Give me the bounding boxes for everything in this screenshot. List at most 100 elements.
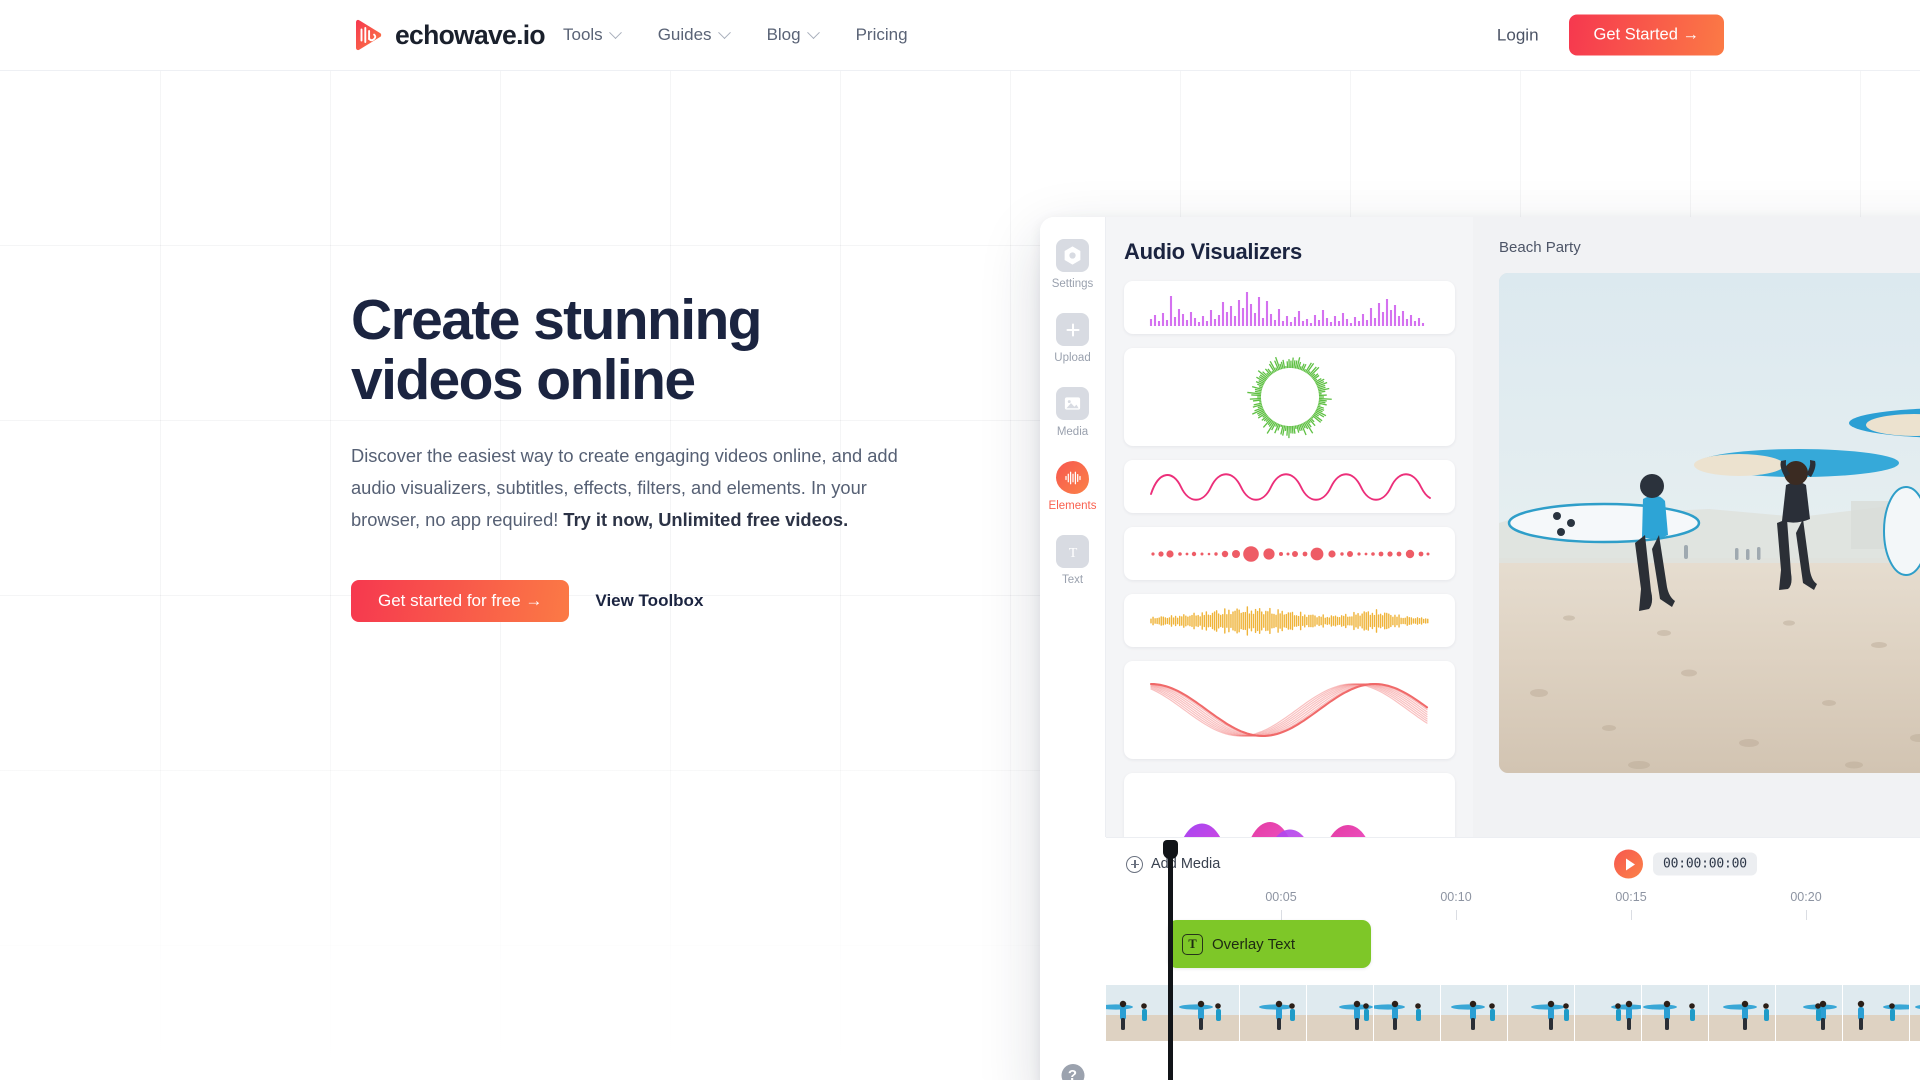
dot-pulse-icon [1151, 545, 1430, 562]
video-thumbnail-frame [1106, 985, 1173, 1041]
visualizer-option-circular-bars[interactable] [1124, 348, 1455, 446]
play-button[interactable] [1614, 849, 1643, 879]
video-thumbnail-frame [1776, 985, 1843, 1041]
add-media-label: Add Media [1151, 856, 1221, 872]
timeline-playhead[interactable] [1163, 840, 1178, 1080]
hero-title-line-2: videos online [351, 348, 696, 412]
editor-app-window: Settings Upload Media Elements T Text ? … [1040, 217, 1920, 1080]
ruler-tick-2: 00:10 [1440, 890, 1472, 904]
sidebar-item-settings-label: Settings [1051, 278, 1094, 290]
gradient-hills-icon [1184, 822, 1366, 837]
text-t-icon: T [1056, 535, 1089, 568]
ruler-tickline-1 [1281, 910, 1282, 920]
login-link[interactable]: Login [1497, 25, 1539, 45]
sidebar-item-settings[interactable]: Settings [1040, 239, 1105, 290]
video-thumbnail-frame [1307, 985, 1374, 1041]
get-started-button[interactable]: Get Started → [1568, 14, 1724, 56]
video-thumbnail-frame [1508, 985, 1575, 1041]
gear-icon [1056, 239, 1089, 272]
text-t-icon: T [1182, 933, 1203, 955]
ruler-tickline-2 [1456, 910, 1457, 920]
amber-waveform-icon [1150, 605, 1429, 636]
visualizer-option-amber-waveform[interactable] [1124, 594, 1455, 647]
ruler-tick-1: 00:05 [1265, 890, 1297, 904]
timecode-display: 00:00:00:00 [1653, 852, 1757, 876]
editor-main-area: Settings Upload Media Elements T Text ? … [1040, 217, 1920, 1080]
project-title: Beach Party [1499, 239, 1581, 256]
chevron-down-icon [608, 25, 622, 39]
view-toolbox-button[interactable]: View Toolbox [595, 591, 703, 611]
timeline-panel: Add Media 00:00:00:00 00:05 00:10 00:15 … [1106, 837, 1920, 1080]
spectrum-bars-icon [1149, 291, 1425, 326]
chevron-down-icon [717, 25, 731, 39]
timeline-toolbar: Add Media 00:00:00:00 [1106, 838, 1920, 890]
sidebar-item-media-label: Media [1056, 426, 1089, 438]
plus-icon [1056, 313, 1089, 346]
sidebar-item-elements-label: Elements [1048, 500, 1097, 512]
editor-tool-rail: Settings Upload Media Elements T Text ? [1040, 217, 1106, 1080]
timeline-ruler[interactable]: 00:05 00:10 00:15 00:20 [1106, 890, 1920, 920]
video-thumbnail-frame [1374, 985, 1441, 1041]
audio-visualizers-panel: Audio Visualizers [1106, 217, 1473, 837]
video-thumbnail-frame [1575, 985, 1642, 1041]
preview-stage[interactable] [1499, 273, 1920, 773]
video-thumbnail-frame [1173, 985, 1240, 1041]
page-root: echowave.io Tools Guides Blog Pricing Lo… [0, 0, 1920, 1080]
nav-item-guides-label: Guides [657, 25, 712, 44]
top-navigation-bar: echowave.io Tools Guides Blog Pricing Lo… [0, 0, 1920, 71]
visualizer-option-sine-wave[interactable] [1124, 460, 1455, 513]
chevron-down-icon [806, 25, 820, 39]
circular-bars-icon [1246, 356, 1332, 439]
nav-links: Tools Guides Blog Pricing [563, 25, 908, 45]
sidebar-item-upload[interactable]: Upload [1040, 313, 1105, 364]
play-triangle-icon [1625, 858, 1635, 870]
timeline-clip-overlay-text[interactable]: T Overlay Text [1168, 920, 1371, 968]
sidebar-item-media[interactable]: Media [1040, 387, 1105, 438]
ruler-tickline-3 [1631, 910, 1632, 920]
visualizer-option-layered-waves[interactable] [1124, 661, 1455, 759]
hero-description: Discover the easiest way to create engag… [351, 440, 917, 536]
nav-item-pricing-label: Pricing [855, 25, 908, 44]
nav-item-tools-label: Tools [563, 25, 603, 44]
timeline-clip-label: Overlay Text [1212, 935, 1296, 953]
waveform-play-logo-icon [351, 18, 385, 52]
nav-item-guides[interactable]: Guides [657, 25, 731, 45]
page-title: Create stunning videos online [351, 290, 991, 410]
video-thumbnail-frame [1910, 985, 1920, 1041]
video-thumbnail-frame [1843, 985, 1910, 1041]
nav-item-blog[interactable]: Blog [766, 25, 820, 45]
visualizer-option-gradient-hills[interactable] [1124, 773, 1455, 837]
timeline-clip-video[interactable] [1106, 985, 1920, 1041]
help-button[interactable]: ? [1061, 1064, 1084, 1080]
preview-panel: Beach Party [1473, 217, 1920, 837]
nav-item-blog-label: Blog [766, 25, 801, 44]
hero-section: Create stunning videos online Discover t… [351, 290, 991, 622]
nav-item-pricing[interactable]: Pricing [856, 25, 908, 45]
plus-circle-icon [1126, 855, 1143, 873]
visualizer-option-dot-pulse[interactable] [1124, 527, 1455, 580]
playback-controls: 00:00:00:00 [1614, 849, 1757, 879]
video-thumbnail-frame [1709, 985, 1776, 1041]
sidebar-item-elements[interactable]: Elements [1040, 461, 1105, 512]
layered-waves-icon [1149, 682, 1429, 738]
panel-title: Audio Visualizers [1124, 239, 1302, 264]
beach-surfers-photo [1499, 273, 1920, 773]
video-thumbnail-frame [1642, 985, 1709, 1041]
get-started-free-button[interactable]: Get started for free → [351, 580, 570, 622]
image-icon [1056, 387, 1089, 420]
hero-description-bold: Try it now, Unlimited free videos. [563, 509, 849, 530]
ruler-tick-4: 00:20 [1790, 890, 1822, 904]
visualizer-option-spectrum-bars[interactable] [1124, 281, 1455, 334]
sine-wave-icon [1150, 472, 1431, 501]
hero-title-line-1: Create stunning [351, 288, 762, 352]
video-thumbnail-frame [1441, 985, 1508, 1041]
hero-cta-row: Get started for free → View Toolbox [351, 580, 991, 622]
brand-logo[interactable]: echowave.io [351, 18, 546, 52]
sidebar-item-text[interactable]: T Text [1040, 535, 1105, 586]
timeline-tracks: T Overlay Text [1106, 920, 1920, 1041]
brand-name: echowave.io [395, 19, 546, 50]
sidebar-item-text-label: Text [1061, 574, 1084, 586]
nav-item-tools[interactable]: Tools [563, 25, 622, 45]
waveform-icon [1056, 461, 1089, 494]
sidebar-item-upload-label: Upload [1054, 352, 1091, 364]
